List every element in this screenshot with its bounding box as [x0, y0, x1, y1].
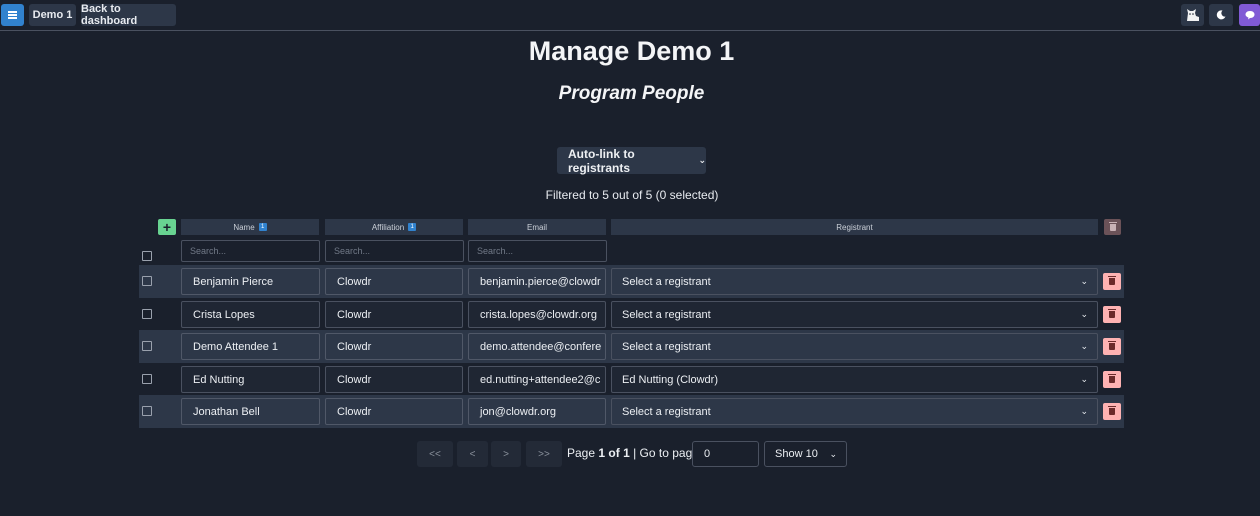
trash-icon: [1108, 221, 1117, 231]
cat-icon: [1186, 9, 1199, 21]
email-field[interactable]: ed.nutting+attendee2@c: [468, 366, 606, 393]
user-profile-button[interactable]: [1181, 4, 1204, 26]
name-field[interactable]: Benjamin Pierce: [181, 268, 320, 295]
sort-order-badge: 1: [258, 223, 267, 231]
column-header-label: Affiliation: [371, 222, 405, 232]
sort-order-badge: 1: [408, 223, 417, 231]
registrant-value: Select a registrant: [622, 405, 711, 418]
page-subtitle: Program People: [558, 83, 705, 104]
affiliation-field[interactable]: Clowdr: [325, 366, 463, 393]
email-field[interactable]: crista.lopes@clowdr.org: [468, 301, 606, 328]
last-page-button[interactable]: >>: [526, 441, 562, 467]
chevron-down-icon: ⌄: [698, 155, 706, 165]
column-header-affiliation[interactable]: Affiliation 1: [325, 219, 463, 235]
chevron-down-icon: ⌄: [1080, 406, 1088, 416]
table-row: Demo Attendee 1 Clowdr demo.attendee@con…: [139, 330, 1124, 363]
delete-row-button[interactable]: [1103, 403, 1121, 420]
total-pages: 1: [623, 446, 630, 460]
page-size-value: Show 10: [775, 448, 818, 460]
current-page: 1: [598, 446, 606, 460]
chevron-down-icon: ⌄: [1080, 309, 1088, 319]
table-row: Jonathan Bell Clowdr jon@clowdr.org Sele…: [139, 395, 1124, 428]
registrant-value: Ed Nutting (Clowdr): [622, 373, 718, 386]
row-checkbox[interactable]: [142, 374, 152, 384]
of-word: of: [608, 446, 620, 460]
first-page-button[interactable]: <<: [417, 441, 453, 467]
trash-icon: [1108, 341, 1116, 350]
row-checkbox[interactable]: [142, 341, 152, 351]
previous-page-button[interactable]: <: [457, 441, 488, 467]
trash-icon: [1108, 309, 1116, 318]
affiliation-field[interactable]: Clowdr: [325, 398, 463, 425]
back-to-dashboard-button[interactable]: Back to dashboard: [81, 3, 176, 27]
table-row: Benjamin Pierce Clowdr benjamin.pierce@c…: [139, 265, 1124, 298]
row-checkbox[interactable]: [142, 276, 152, 286]
chat-bubble-icon: [1245, 11, 1254, 20]
email-field[interactable]: jon@clowdr.org: [468, 398, 606, 425]
registrant-select[interactable]: Select a registrant ⌄: [611, 398, 1098, 425]
email-field[interactable]: benjamin.pierce@clowdr: [468, 268, 606, 295]
name-field[interactable]: Demo Attendee 1: [181, 333, 320, 360]
delete-selected-button[interactable]: [1104, 219, 1121, 235]
page-size-select[interactable]: Show 10 ⌄: [764, 441, 847, 467]
page-title: Manage Demo 1: [528, 36, 735, 66]
hamburger-icon: [8, 11, 17, 19]
name-field[interactable]: Crista Lopes: [181, 301, 320, 328]
email-search-input[interactable]: [468, 240, 607, 262]
column-header-label: Registrant: [836, 222, 873, 232]
table-row: Crista Lopes Clowdr crista.lopes@clowdr.…: [139, 298, 1124, 331]
column-header-registrant[interactable]: Registrant: [611, 219, 1098, 235]
registrant-value: Select a registrant: [622, 308, 711, 321]
trash-icon: [1108, 406, 1116, 415]
chevron-down-icon: ⌄: [1080, 374, 1088, 384]
trash-icon: [1108, 374, 1116, 383]
color-mode-toggle[interactable]: [1209, 4, 1233, 26]
name-search-input[interactable]: [181, 240, 320, 262]
page-word: Page: [567, 446, 596, 460]
chevron-down-icon: ⌄: [1080, 276, 1088, 286]
registrant-select[interactable]: Select a registrant ⌄: [611, 301, 1098, 328]
table-row: Ed Nutting Clowdr ed.nutting+attendee2@c…: [139, 363, 1124, 396]
row-checkbox[interactable]: [142, 309, 152, 319]
registrant-value: Select a registrant: [622, 275, 711, 288]
registrant-select[interactable]: Select a registrant ⌄: [611, 268, 1098, 295]
row-checkbox[interactable]: [142, 406, 152, 416]
name-field[interactable]: Jonathan Bell: [181, 398, 320, 425]
delete-row-button[interactable]: [1103, 273, 1121, 290]
filter-status: Filtered to 5 out of 5 (0 selected): [545, 188, 719, 202]
column-header-label: Name: [233, 222, 255, 232]
affiliation-field[interactable]: Clowdr: [325, 333, 463, 360]
auto-link-label: Auto-link to registrants: [568, 146, 635, 175]
affiliation-field[interactable]: Clowdr: [325, 268, 463, 295]
delete-row-button[interactable]: [1103, 371, 1121, 388]
registrant-select[interactable]: Select a registrant ⌄: [611, 333, 1098, 360]
registrant-value: Select a registrant: [622, 340, 711, 353]
chat-button[interactable]: [1239, 4, 1260, 26]
moon-icon: [1216, 10, 1226, 20]
delete-row-button[interactable]: [1103, 338, 1121, 355]
registrant-select[interactable]: Ed Nutting (Clowdr) ⌄: [611, 366, 1098, 393]
affiliation-search-input[interactable]: [325, 240, 464, 262]
add-person-button[interactable]: +: [158, 219, 176, 235]
next-page-button[interactable]: >: [491, 441, 521, 467]
goto-page-input[interactable]: [692, 441, 759, 467]
email-field[interactable]: demo.attendee@confere: [468, 333, 606, 360]
auto-link-button[interactable]: Auto-link to registrants ⌄: [557, 146, 706, 175]
chevron-down-icon: ⌄: [1080, 341, 1088, 351]
conference-button[interactable]: Demo 1: [29, 4, 76, 26]
column-header-name[interactable]: Name 1: [181, 219, 319, 235]
chevron-down-icon: ⌄: [829, 448, 837, 459]
name-field[interactable]: Ed Nutting: [181, 366, 320, 393]
menu-button[interactable]: [1, 4, 24, 26]
delete-row-button[interactable]: [1103, 306, 1121, 323]
column-header-email[interactable]: Email: [468, 219, 606, 235]
trash-icon: [1108, 276, 1116, 285]
column-header-label: Email: [526, 222, 547, 232]
top-bar: Demo 1 Back to dashboard: [0, 0, 1260, 31]
select-all-checkbox[interactable]: [142, 251, 152, 261]
page-indicator: Page 1 of 1 | Go to page:: [567, 446, 702, 460]
affiliation-field[interactable]: Clowdr: [325, 301, 463, 328]
